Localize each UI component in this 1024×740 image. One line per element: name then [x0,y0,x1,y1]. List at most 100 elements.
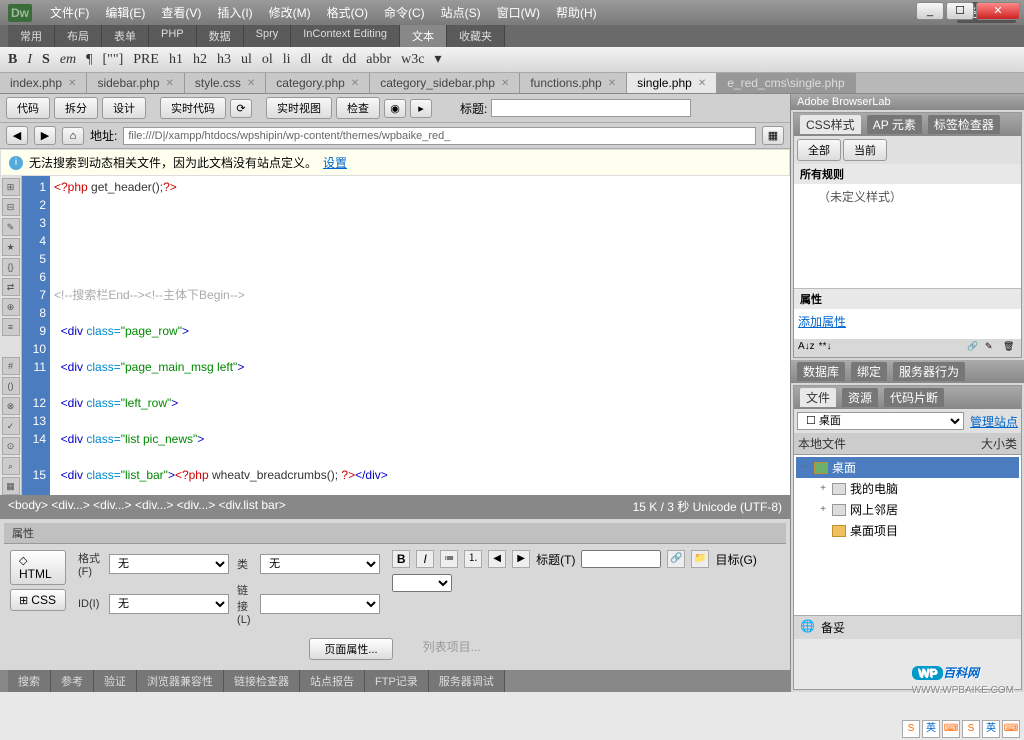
menu-insert[interactable]: 插入(I) [211,2,258,23]
more-button[interactable]: ▾ [435,51,442,68]
italic-button[interactable]: I [27,52,32,68]
tool-icon[interactable]: ⊗ [2,397,20,415]
tool-icon[interactable]: () [2,377,20,395]
close-button[interactable]: ✕ [976,2,1020,20]
compat-tab[interactable]: 浏览器兼容性 [137,670,224,692]
menu-help[interactable]: 帮助(H) [550,2,603,23]
maximize-button[interactable]: ☐ [946,2,974,20]
css-styles-tab[interactable]: CSS样式 [800,115,861,134]
insert-tab-php[interactable]: PHP [149,25,197,47]
tag-selector[interactable]: <body> <div...> <div...> <div...> <div..… [8,498,286,515]
page-properties-button[interactable]: 页面属性... [309,638,392,660]
close-icon[interactable]: ✕ [698,78,706,89]
doc-tab-index[interactable]: index.php✕ [0,73,87,93]
tool-icon[interactable]: ⌕ [2,457,20,475]
split-view-button[interactable]: 拆分 [54,97,98,119]
close-icon[interactable]: ✕ [166,78,174,89]
design-view-button[interactable]: 设计 [102,97,146,119]
close-icon[interactable]: ✕ [501,78,509,89]
link-css-icon[interactable]: 🔗 [967,341,981,355]
h1-button[interactable]: h1 [169,52,183,68]
col-type[interactable]: 类 [1005,435,1017,452]
insert-tab-text[interactable]: 文本 [400,25,447,47]
tool-icon[interactable]: ✓ [2,417,20,435]
bindings-tab[interactable]: 绑定 [851,362,887,381]
insert-tab-fav[interactable]: 收藏夹 [447,25,505,47]
tool-icon[interactable]: ⇄ [2,278,20,296]
tree-node[interactable]: +我的电脑 [796,478,1019,499]
link-select[interactable] [260,594,380,614]
code-editor[interactable]: <?php get_header();?> <!--搜索栏End--><!--主… [50,176,790,495]
bold-icon[interactable]: B [392,550,410,568]
back-icon[interactable]: ◀ [6,126,28,145]
strong-button[interactable]: S [42,52,50,68]
tool-icon[interactable]: ≡ [2,318,20,336]
title-input[interactable] [491,99,691,117]
css-mode-button[interactable]: ⊞ CSS [10,589,66,611]
css-current-button[interactable]: 当前 [843,139,887,161]
linkcheck-tab[interactable]: 链接检查器 [224,670,300,692]
insert-tab-ice[interactable]: InContext Editing [291,25,400,47]
close-icon[interactable]: ✕ [608,78,616,89]
ol-button[interactable]: ol [262,52,273,68]
bold-button[interactable]: B [8,52,17,68]
menu-edit[interactable]: 编辑(E) [99,2,151,23]
close-icon[interactable]: ✕ [351,78,359,89]
menu-modify[interactable]: 修改(M) [263,2,317,23]
insert-tab-data[interactable]: 数据 [197,25,244,47]
search-tab[interactable]: 搜索 [8,670,51,692]
menu-view[interactable]: 查看(V) [155,2,207,23]
new-css-icon[interactable]: ✎ [985,341,999,355]
browser-icon[interactable]: ◉ [384,99,406,118]
blockquote-button[interactable]: [""] [102,52,123,68]
tree-root[interactable]: −桌面 [796,457,1019,478]
title-attr-input[interactable] [581,550,661,568]
minimize-button[interactable]: _ [916,2,944,20]
tool-icon[interactable]: ★ [2,238,20,256]
dl-button[interactable]: dl [301,52,312,68]
col-local[interactable]: 本地文件 [798,435,981,452]
target-select[interactable] [392,574,452,592]
doc-tab-category[interactable]: category.php✕ [266,73,370,93]
doc-tab-functions[interactable]: functions.php✕ [520,73,627,93]
inspect-button[interactable]: 检查 [336,97,380,119]
tag-inspector-tab[interactable]: 标签检查器 [928,115,1000,134]
tree-node[interactable]: 桌面项目 [796,520,1019,541]
tool-icon[interactable]: ⊙ [2,437,20,455]
address-input[interactable] [123,127,756,145]
dd-button[interactable]: dd [342,52,356,68]
az-sort-icon[interactable]: A↓z [798,341,815,355]
nav-icon[interactable]: ▸ [410,99,432,118]
ftplog-tab[interactable]: FTP记录 [365,670,429,692]
refresh-icon[interactable]: ⟳ [230,99,252,118]
files-tab[interactable]: 文件 [800,388,836,407]
abbr-button[interactable]: abbr [366,52,391,68]
site-select[interactable]: ☐ 桌面 [797,412,964,430]
col-size[interactable]: 大小 [981,435,1005,452]
folder-icon[interactable]: 📁 [691,550,709,568]
format-select[interactable]: 无 [109,554,229,574]
em-button[interactable]: em [60,52,76,68]
ap-elements-tab[interactable]: AP 元素 [867,115,922,134]
go-icon[interactable]: ▦ [762,126,784,145]
insert-tab-layout[interactable]: 布局 [55,25,102,47]
insert-tab-forms[interactable]: 表单 [102,25,149,47]
menu-commands[interactable]: 命令(C) [378,2,431,23]
menu-window[interactable]: 窗口(W) [491,2,546,23]
pre-button[interactable]: PRE [133,52,159,68]
doc-tab-catsidebar[interactable]: category_sidebar.php✕ [370,73,520,93]
tool-icon[interactable]: {} [2,258,20,276]
class-select[interactable]: 无 [260,554,380,574]
code-view-button[interactable]: 代码 [6,97,50,119]
h2-button[interactable]: h2 [193,52,207,68]
manage-sites-link[interactable]: 管理站点 [970,413,1018,430]
close-icon[interactable]: ✕ [247,78,255,89]
sitereport-tab[interactable]: 站点报告 [300,670,365,692]
outdent-icon[interactable]: ◀ [488,550,506,568]
menu-file[interactable]: 文件(F) [44,2,95,23]
doc-tab-related[interactable]: e_red_cms\single.php [717,73,855,93]
li-button[interactable]: li [283,52,291,68]
tool-icon[interactable]: ⊕ [2,298,20,316]
validate-tab[interactable]: 验证 [94,670,137,692]
live-view-button[interactable]: 实时视图 [266,97,332,119]
